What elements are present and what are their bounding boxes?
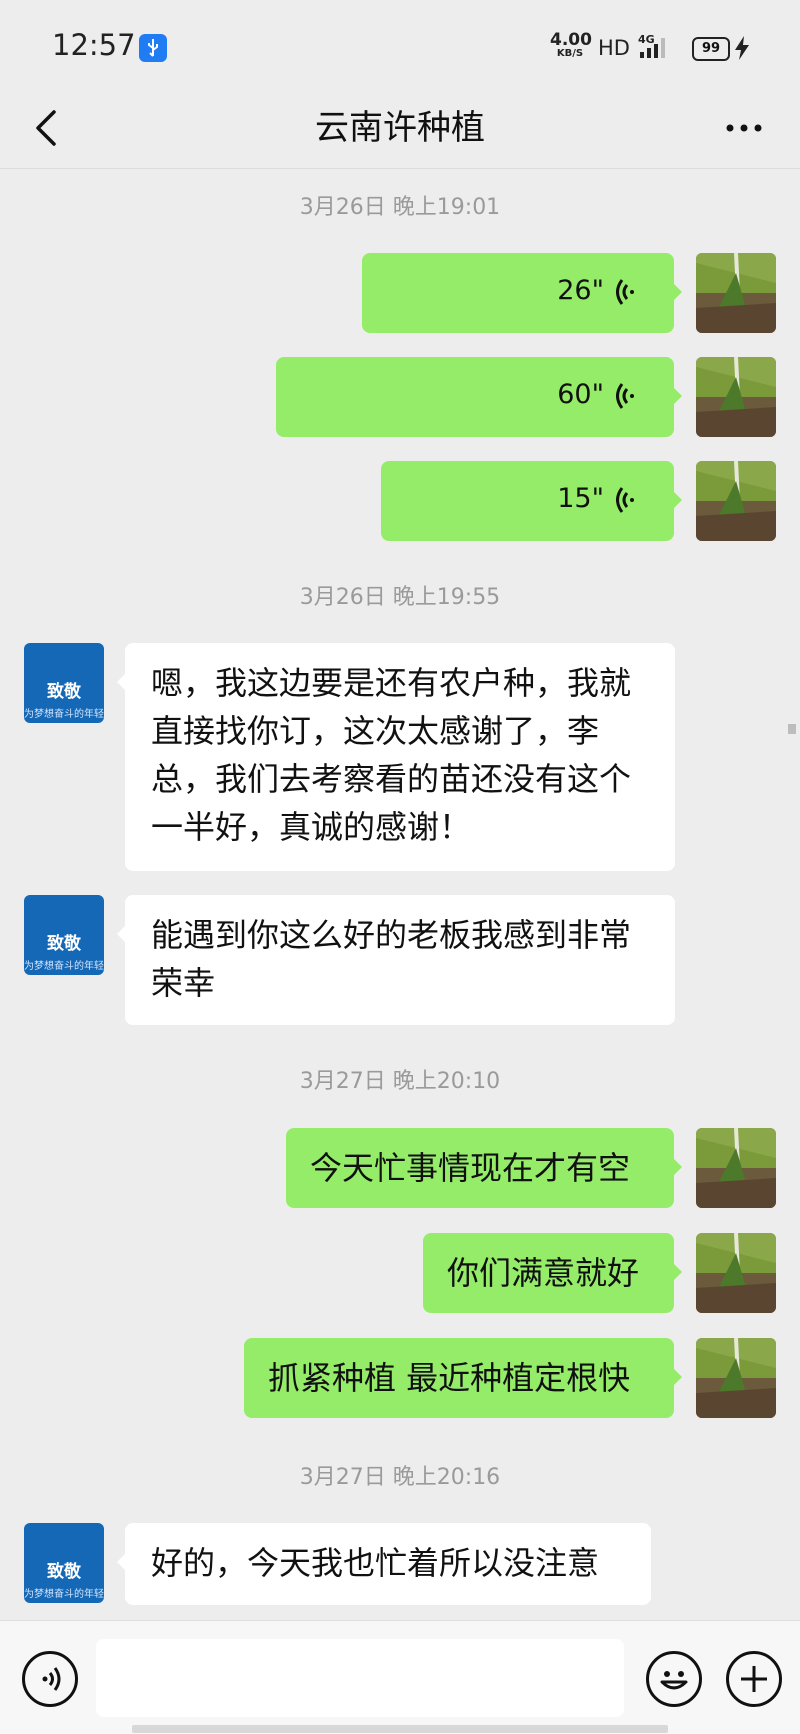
battery-indicator: 99 (692, 37, 730, 61)
outgoing-message[interactable]: 抓紧种植 最近种植定根快 (244, 1338, 682, 1418)
voice-wave-icon (42, 1667, 61, 1691)
voice-message[interactable]: 26" (362, 253, 682, 333)
message-text: 好的，今天我也忙着所以没注意 (151, 1544, 600, 1582)
my-avatar[interactable] (696, 357, 776, 437)
contact-avatar[interactable]: 致敬 为梦想奋斗的年轻人 (24, 895, 104, 975)
contact-avatar-caption: 为梦想奋斗的年轻人 (24, 1589, 104, 1600)
voice-message[interactable]: 60" (276, 357, 682, 437)
incoming-message[interactable]: 嗯，我这边要是还有农户种，我就直接找你订，这次太感谢了，李总，我们去考察看的苗还… (117, 643, 675, 871)
voice-duration: 15" (557, 483, 604, 514)
my-avatar[interactable] (696, 1233, 776, 1313)
contact-avatar-title: 致敬 (47, 682, 81, 702)
more-functions-button[interactable] (726, 1651, 782, 1707)
outgoing-message[interactable]: 你们满意就好 (423, 1233, 682, 1313)
hd-label: HD (598, 36, 630, 60)
contact-avatar-title: 致敬 (47, 934, 81, 954)
message-timestamp: 3月27日 晚上20:10 (299, 1069, 501, 1094)
home-indicator[interactable] (132, 1725, 668, 1733)
message-timestamp: 3月26日 晚上19:01 (299, 195, 501, 220)
scroll-indicator[interactable] (788, 724, 796, 734)
network-speed-value: 4.00 (550, 30, 592, 50)
message-text: 嗯，我这边要是还有农户种，我就直接找你订，这次太感谢了，李总，我们去考察看的苗还… (151, 664, 632, 846)
contact-avatar-title: 致敬 (47, 1562, 81, 1582)
contact-avatar[interactable]: 致敬 为梦想奋斗的年轻人 (24, 643, 104, 723)
message-text: 能遇到你这么好的老板我感到非常荣幸 (151, 916, 632, 1002)
outgoing-message[interactable]: 今天忙事情现在才有空 (286, 1128, 682, 1208)
voice-wave-icon (616, 483, 642, 521)
voice-wave-icon (616, 379, 642, 417)
contact-avatar-caption: 为梦想奋斗的年轻人 (24, 709, 104, 720)
incoming-message[interactable]: 能遇到你这么好的老板我感到非常荣幸 (117, 895, 675, 1025)
charging-icon (734, 36, 750, 64)
my-avatar[interactable] (696, 1338, 776, 1418)
network-speed: 4.00 KB/S (550, 30, 592, 60)
incoming-message[interactable]: 好的，今天我也忙着所以没注意 (117, 1523, 651, 1605)
more-button[interactable] (718, 100, 774, 156)
message-input[interactable] (96, 1639, 624, 1717)
voice-message[interactable]: 15" (381, 461, 682, 541)
message-timestamp: 3月27日 晚上20:16 (299, 1465, 501, 1490)
voice-wave-icon (616, 275, 642, 313)
contact-avatar[interactable]: 致敬 为梦想奋斗的年轻人 (24, 1523, 104, 1603)
my-avatar[interactable] (696, 1128, 776, 1208)
message-text: 今天忙事情现在才有空 (310, 1149, 631, 1187)
input-bar (0, 1620, 800, 1734)
signal-icon: 4G (636, 32, 680, 64)
my-avatar[interactable] (696, 253, 776, 333)
voice-input-button[interactable] (22, 1651, 78, 1707)
voice-duration: 60" (557, 379, 604, 410)
chat-header: 云南许种植 (0, 92, 800, 169)
chat-title: 云南许种植 (315, 108, 485, 148)
status-bar: 12:57 4.00 KB/S HD 4G 99 (0, 0, 800, 92)
voice-duration: 26" (557, 275, 604, 306)
emoji-button[interactable] (646, 1651, 702, 1707)
status-time: 12:57 (52, 28, 136, 62)
plus-icon (741, 1666, 767, 1692)
network-type: 4G (638, 33, 655, 46)
my-avatar[interactable] (696, 461, 776, 541)
more-dots-icon (726, 124, 762, 132)
contact-avatar-caption: 为梦想奋斗的年轻人 (24, 961, 104, 972)
usb-icon (139, 34, 167, 62)
message-text: 抓紧种植 最近种植定根快 (268, 1359, 631, 1397)
message-timestamp: 3月26日 晚上19:55 (299, 585, 501, 610)
message-text: 你们满意就好 (447, 1254, 640, 1292)
emoji-icon (660, 1671, 688, 1690)
